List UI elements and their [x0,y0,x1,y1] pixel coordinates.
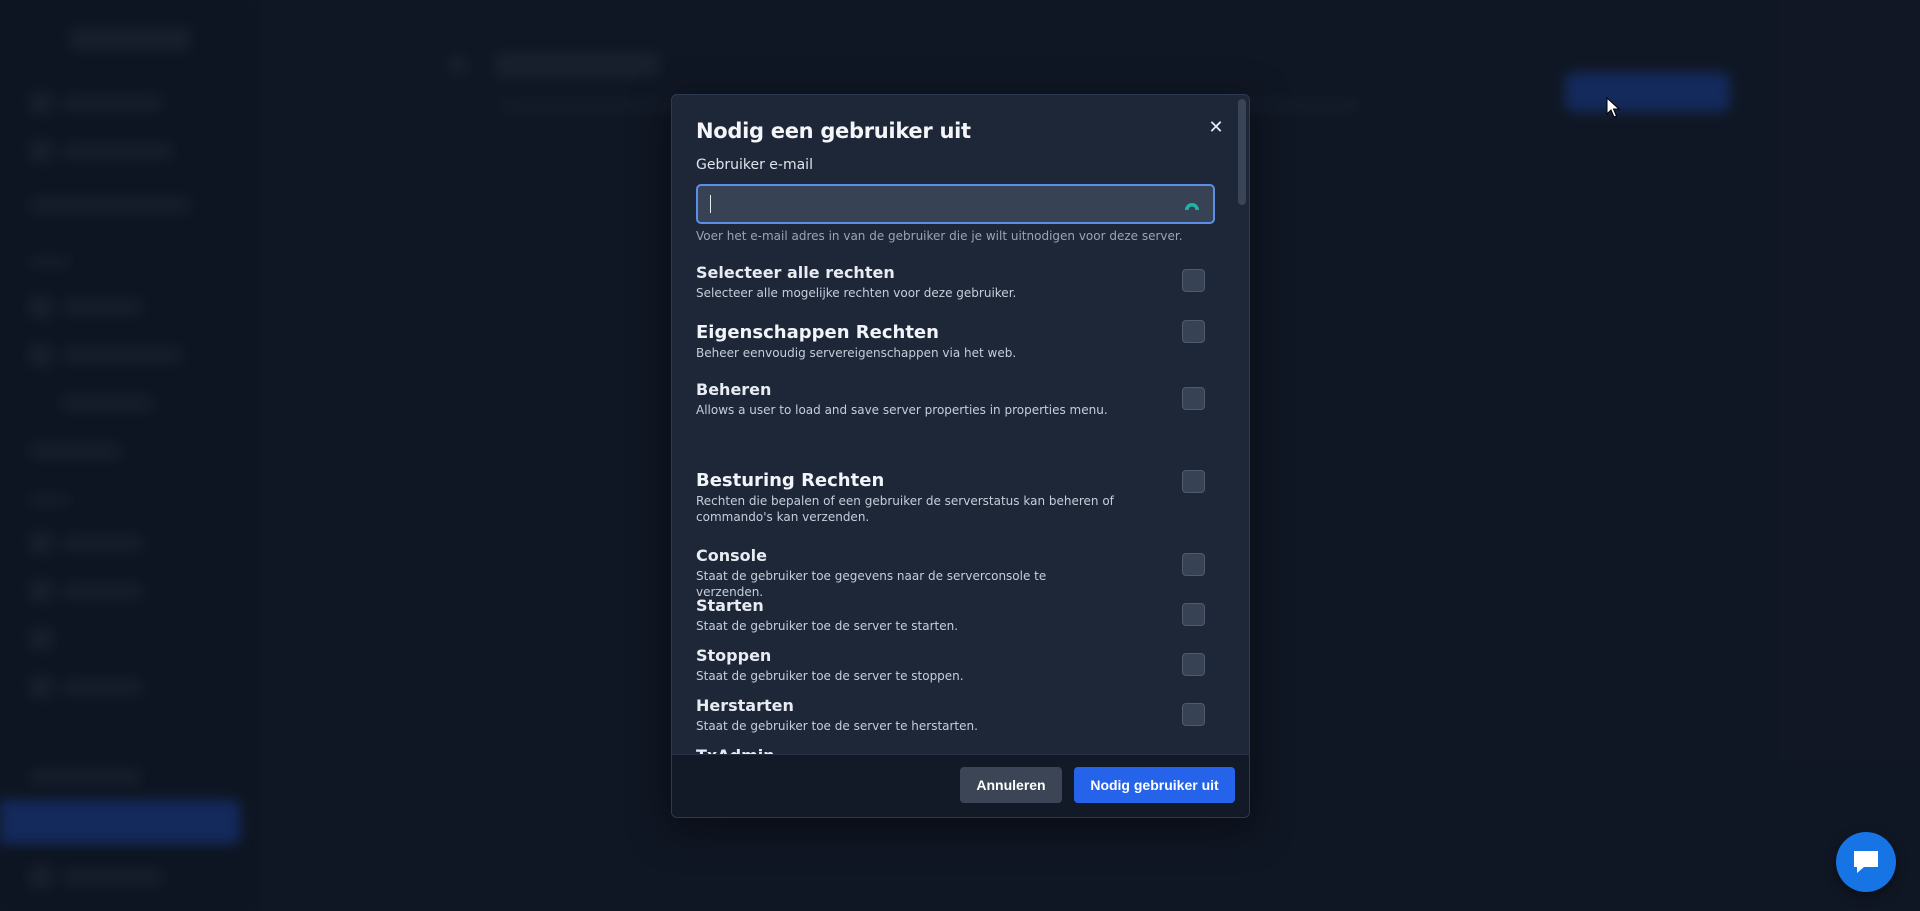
checkbox-properties-group[interactable] [1182,320,1205,343]
invite-user-button[interactable]: Nodig gebruiker uit [1074,767,1235,803]
modal-body: Nodig een gebruiker uit ✕ Gebruiker e-ma… [672,95,1249,757]
permission-name: Stoppen [696,646,772,665]
chat-button[interactable] [1836,832,1896,892]
invite-user-modal: Nodig een gebruiker uit ✕ Gebruiker e-ma… [671,94,1250,818]
text-caret [710,195,711,213]
permission-desc: Rechten die bepalen of een gebruiker de … [696,494,1114,524]
checkbox-stop[interactable] [1182,653,1205,676]
permission-desc: Selecteer alle mogelijke rechten voor de… [696,286,1017,300]
chat-bubble-icon [1854,851,1878,873]
permission-name: Console [696,546,767,565]
permission-control-group: Besturing Rechten Rechten die bepalen of… [696,471,1116,525]
modal-scrollbar[interactable] [1238,99,1246,205]
modal-footer: Annuleren Nodig gebruiker uit [672,754,1249,817]
permission-manage: Beheren Allows a user to load and save s… [696,380,1116,418]
permission-desc: Staat de gebruiker toe de server te star… [696,619,959,633]
checkbox-control-group[interactable] [1182,470,1205,493]
cancel-button[interactable]: Annuleren [960,767,1062,803]
checkbox-restart[interactable] [1182,703,1205,726]
permission-desc: Staat de gebruiker toe de server te hers… [696,719,978,733]
permission-name: Starten [696,596,764,615]
permission-desc: Staat de gebruiker toe de server te stop… [696,669,964,683]
permission-restart: Herstarten Staat de gebruiker toe de ser… [696,696,1116,734]
permission-properties-group: Eigenschappen Rechten Beheer eenvoudig s… [696,323,1116,361]
close-icon[interactable]: ✕ [1204,115,1228,139]
permission-name: Eigenschappen Rechten [696,322,939,343]
checkbox-manage[interactable] [1182,387,1205,410]
password-manager-icon[interactable] [1183,196,1201,214]
email-help-text: Voer het e-mail adres in van de gebruike… [696,229,1183,243]
checkbox-select-all[interactable] [1182,269,1205,292]
permission-select-all: Selecteer alle rechten Selecteer alle mo… [696,263,1116,301]
permission-desc: Allows a user to load and save server pr… [696,403,1108,417]
permission-name: Beheren [696,380,772,399]
mouse-cursor-icon [1606,97,1620,118]
permission-desc: Beheer eenvoudig servereigenschappen via… [696,346,1017,360]
email-field[interactable] [696,184,1215,224]
permission-name: Selecteer alle rechten [696,263,895,282]
email-input[interactable] [706,186,1170,224]
checkbox-start[interactable] [1182,603,1205,626]
permission-stop: Stoppen Staat de gebruiker toe de server… [696,646,1116,684]
checkbox-console[interactable] [1182,553,1205,576]
permission-start: Starten Staat de gebruiker toe de server… [696,596,1116,634]
permission-name: Herstarten [696,696,794,715]
email-label: Gebruiker e-mail [696,157,813,173]
modal-title: Nodig een gebruiker uit [696,119,971,143]
permission-name: Besturing Rechten [696,470,885,491]
permission-console: Console Staat de gebruiker toe gegevens … [696,546,1116,600]
